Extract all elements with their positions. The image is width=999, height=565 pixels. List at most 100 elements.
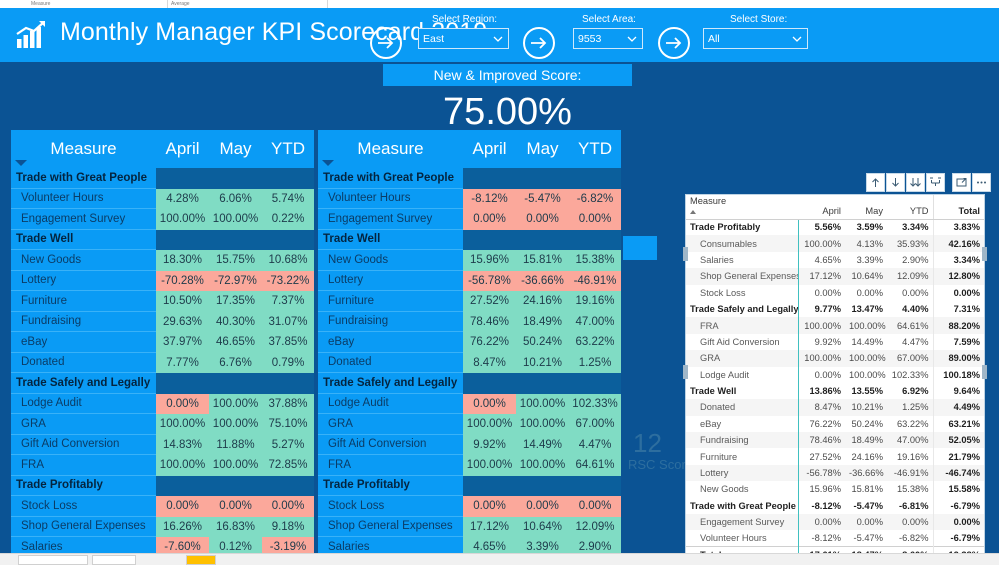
matrix-value-cell[interactable]: 1.25%	[569, 352, 621, 373]
matrix-row[interactable]: Shop General Expenses 17.12% 10.64% 12.09%	[318, 516, 621, 537]
popup-value-cell[interactable]: 12.80%	[932, 268, 984, 285]
matrix-value-cell[interactable]	[262, 475, 314, 496]
matrix-row[interactable]: Lottery -56.78% -36.66% -46.91%	[318, 270, 621, 291]
matrix-value-cell[interactable]: 100.00%	[516, 455, 569, 476]
popup-value-cell[interactable]: 24.16%	[845, 448, 887, 464]
popup-value-cell[interactable]: 15.81%	[845, 481, 887, 497]
matrix-value-cell[interactable]: 100.00%	[209, 455, 262, 476]
matrix-value-cell[interactable]	[262, 373, 314, 394]
matrix-value-cell[interactable]: 9.92%	[463, 434, 516, 455]
popup-value-cell[interactable]: 0.00%	[845, 514, 887, 531]
matrix-row[interactable]: Donated 8.47% 10.21% 1.25%	[318, 352, 621, 373]
popup-value-cell[interactable]: 67.00%	[887, 350, 933, 367]
popup-value-cell[interactable]: -5.47%	[845, 530, 887, 546]
more-options-icon[interactable]	[972, 173, 991, 192]
popup-value-cell[interactable]: -8.12%	[797, 497, 845, 515]
matrix-value-cell[interactable]	[516, 475, 569, 496]
popup-value-cell[interactable]: 17.12%	[797, 268, 845, 285]
popup-data-row[interactable]: Fundraising 78.46% 18.49% 47.00% 52.05%	[686, 432, 984, 449]
matrix-value-cell[interactable]: 10.64%	[516, 516, 569, 537]
popup-value-cell[interactable]: 15.96%	[797, 481, 845, 498]
matrix-row[interactable]: Fundraising 29.63% 40.30% 31.07%	[11, 311, 314, 332]
matrix-value-cell[interactable]: 27.52%	[463, 291, 516, 312]
resize-handle-right[interactable]	[982, 247, 987, 261]
nav-arrow-button-1[interactable]	[370, 27, 402, 59]
matrix-value-cell[interactable]: 10.21%	[516, 352, 569, 373]
popup-value-cell[interactable]: 3.34%	[932, 251, 984, 269]
popup-data-row[interactable]: Shop General Expenses 17.12% 10.64% 12.09% 1…	[686, 268, 984, 285]
popup-value-cell[interactable]: 63.21%	[932, 415, 984, 433]
popup-value-cell[interactable]: -36.66%	[845, 464, 887, 482]
popup-value-cell[interactable]: 4.13%	[845, 235, 887, 252]
matrix-value-cell[interactable]: 67.00%	[569, 414, 621, 435]
popup-value-cell[interactable]: 0.00%	[797, 366, 845, 383]
matrix-value-cell[interactable]: -70.28%	[156, 270, 209, 291]
matrix-value-cell[interactable]	[516, 229, 569, 250]
popup-value-cell[interactable]: 2.90%	[887, 252, 933, 268]
bottom-tab-2[interactable]	[92, 555, 136, 565]
matrix-value-cell[interactable]: 0.00%	[463, 209, 516, 230]
column-header-april[interactable]: April	[156, 130, 209, 168]
matrix-value-cell[interactable]: 10.68%	[262, 250, 314, 271]
matrix-value-cell[interactable]: 37.85%	[262, 332, 314, 353]
matrix-value-cell[interactable]: 4.28%	[156, 188, 209, 209]
matrix-value-cell[interactable]: 19.16%	[569, 291, 621, 312]
popup-value-cell[interactable]: 100.00%	[797, 235, 845, 252]
column-header-april[interactable]: April	[463, 130, 516, 168]
popup-value-cell[interactable]: -6.79%	[932, 497, 984, 515]
popup-value-cell[interactable]: -6.79%	[932, 530, 984, 547]
popup-value-cell[interactable]: 1.25%	[887, 399, 933, 416]
popup-value-cell[interactable]: 42.16%	[932, 235, 984, 252]
matrix-row[interactable]: GRA 100.00% 100.00% 67.00%	[318, 414, 621, 435]
popup-value-cell[interactable]: -5.47%	[845, 498, 887, 514]
popup-data-row[interactable]: New Goods 15.96% 15.81% 15.38% 15.58%	[686, 481, 984, 498]
matrix-value-cell[interactable]: -72.97%	[209, 270, 262, 291]
popup-value-cell[interactable]: 100.00%	[797, 350, 845, 367]
matrix-value-cell[interactable]	[156, 229, 209, 250]
popup-value-cell[interactable]: 15.58%	[932, 481, 984, 498]
popup-value-cell[interactable]: 50.24%	[845, 416, 887, 432]
matrix-value-cell[interactable]: 18.49%	[516, 311, 569, 332]
matrix-group-row[interactable]: Trade with Great People	[318, 168, 621, 189]
popup-group-row[interactable]: Trade Safely and Legally 9.77% 13.47% 4.40%…	[686, 300, 984, 318]
popup-col-may[interactable]: May	[845, 195, 887, 220]
focus-mode-icon[interactable]	[952, 173, 971, 192]
matrix-value-cell[interactable]	[209, 229, 262, 250]
matrix-value-cell[interactable]	[463, 229, 516, 250]
matrix-value-cell[interactable]: 100.00%	[156, 455, 209, 476]
nav-arrow-button-3[interactable]	[658, 27, 690, 59]
matrix-value-cell[interactable]: 100.00%	[516, 393, 569, 414]
matrix-value-cell[interactable]: -8.12%	[463, 188, 516, 209]
matrix-value-cell[interactable]	[463, 168, 516, 189]
matrix-row[interactable]: New Goods 15.96% 15.81% 15.38%	[318, 250, 621, 271]
matrix-value-cell[interactable]: 6.76%	[209, 352, 262, 373]
popup-value-cell[interactable]: 102.33%	[887, 367, 933, 383]
popup-value-cell[interactable]: 7.31%	[932, 300, 984, 318]
popup-data-row[interactable]: GRA 100.00% 100.00% 67.00% 89.00%	[686, 350, 984, 367]
popup-value-cell[interactable]: 10.21%	[845, 399, 887, 416]
matrix-value-cell[interactable]: 0.00%	[262, 496, 314, 517]
popup-data-row[interactable]: Stock Loss 0.00% 0.00% 0.00% 0.00%	[686, 284, 984, 301]
popup-value-cell[interactable]: 100.00%	[845, 317, 887, 334]
matrix-row[interactable]: Gift Aid Conversion 14.83% 11.88% 5.27%	[11, 434, 314, 455]
popup-value-cell[interactable]: 4.49%	[932, 399, 984, 416]
popup-value-cell[interactable]: 4.47%	[887, 334, 933, 350]
matrix-value-cell[interactable]: 15.81%	[516, 250, 569, 271]
matrix-value-cell[interactable]	[156, 168, 209, 189]
matrix-value-cell[interactable]: 29.63%	[156, 311, 209, 332]
column-header-ytd[interactable]: YTD	[569, 130, 621, 168]
popup-data-row[interactable]: Furniture 27.52% 24.16% 19.16% 21.79%	[686, 448, 984, 465]
matrix-value-cell[interactable]: 0.00%	[209, 496, 262, 517]
matrix-value-cell[interactable]: 102.33%	[569, 393, 621, 414]
popup-value-cell[interactable]: 18.49%	[845, 432, 887, 449]
matrix-value-cell[interactable]: 15.96%	[463, 250, 516, 271]
matrix-row[interactable]: Furniture 10.50% 17.35% 7.37%	[11, 291, 314, 312]
resize-handle-left-lower[interactable]	[683, 365, 688, 379]
popup-value-cell[interactable]: 4.40%	[887, 301, 933, 317]
matrix-left[interactable]: Measure April May YTD Trade with Great P…	[11, 130, 314, 565]
matrix-value-cell[interactable]: 75.10%	[262, 414, 314, 435]
matrix-row[interactable]: Furniture 27.52% 24.16% 19.16%	[318, 291, 621, 312]
popup-col-ytd[interactable]: YTD	[887, 195, 933, 220]
matrix-value-cell[interactable]: 47.00%	[569, 311, 621, 332]
select-region-dropdown[interactable]: East	[418, 28, 509, 49]
